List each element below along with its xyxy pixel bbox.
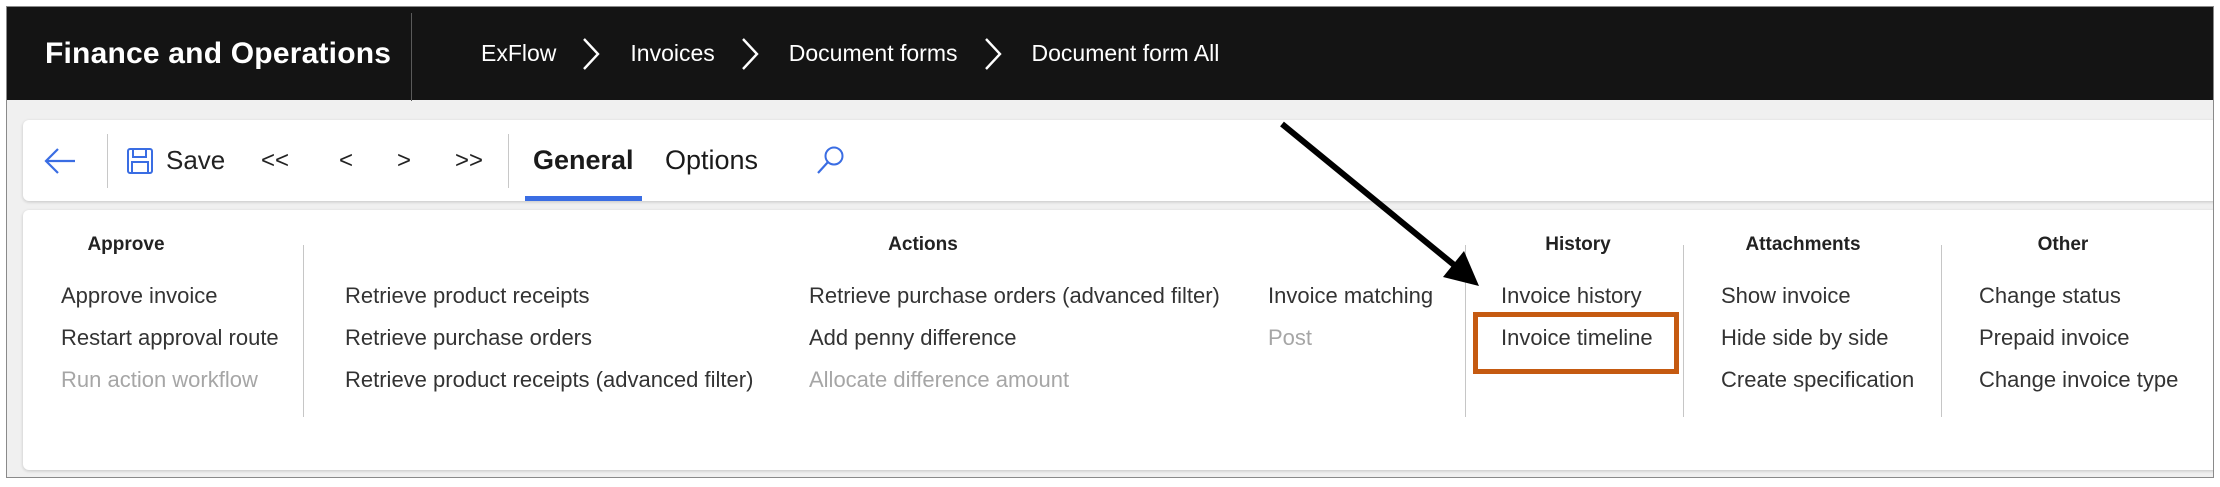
- allocate-difference-amount-button[interactable]: Allocate difference amount: [809, 367, 1069, 393]
- tab-options-label: Options: [665, 145, 759, 175]
- retrieve-purchase-orders-advanced-button[interactable]: Retrieve purchase orders (advanced filte…: [809, 283, 1220, 309]
- group-title-approve: Approve: [87, 234, 165, 255]
- next-record-button[interactable]: >: [397, 120, 411, 201]
- title-divider: [411, 13, 412, 101]
- action-pane-ribbon: Approve Approve invoice Restart approval…: [23, 210, 2213, 470]
- first-record-button[interactable]: <<: [261, 120, 289, 201]
- group-divider: [1465, 245, 1466, 417]
- save-label: Save: [166, 145, 226, 175]
- search-button[interactable]: [813, 120, 847, 201]
- change-invoice-type-button[interactable]: Change invoice type: [1979, 367, 2178, 393]
- last-record-label: >>: [455, 146, 484, 174]
- last-record-button[interactable]: >>: [455, 120, 483, 201]
- group-title-actions: Actions: [888, 234, 958, 255]
- group-divider: [1683, 245, 1684, 417]
- tab-general[interactable]: General: [525, 120, 642, 201]
- tab-options[interactable]: Options: [665, 120, 758, 201]
- back-button[interactable]: [43, 120, 77, 201]
- retrieve-purchase-orders-button[interactable]: Retrieve purchase orders: [345, 325, 592, 351]
- breadcrumb-exflow[interactable]: ExFlow: [481, 40, 556, 67]
- group-title-other: Other: [2037, 234, 2089, 255]
- restart-approval-route-button[interactable]: Restart approval route: [61, 325, 279, 351]
- run-action-workflow-button[interactable]: Run action workflow: [61, 367, 258, 393]
- save-button[interactable]: Save: [126, 120, 225, 201]
- toolbar-divider: [107, 134, 108, 188]
- tab-general-label: General: [533, 145, 634, 175]
- next-record-label: >: [397, 146, 412, 174]
- chevron-right-icon: [984, 37, 1002, 70]
- app-window: Finance and Operations ExFlow Invoices D…: [6, 6, 2214, 478]
- group-divider: [303, 245, 304, 417]
- first-record-label: <<: [261, 146, 290, 174]
- previous-record-label: <: [339, 146, 354, 174]
- breadcrumb-document-form-all[interactable]: Document form All: [1032, 40, 1220, 67]
- prepaid-invoice-button[interactable]: Prepaid invoice: [1979, 325, 2129, 351]
- invoice-history-button[interactable]: Invoice history: [1501, 283, 1642, 309]
- breadcrumb-document-forms[interactable]: Document forms: [789, 40, 958, 67]
- change-status-button[interactable]: Change status: [1979, 283, 2121, 309]
- breadcrumb-invoices[interactable]: Invoices: [630, 40, 714, 67]
- show-invoice-button[interactable]: Show invoice: [1721, 283, 1851, 309]
- retrieve-product-receipts-advanced-button[interactable]: Retrieve product receipts (advanced filt…: [345, 367, 753, 393]
- chevron-right-icon: [741, 37, 759, 70]
- retrieve-product-receipts-button[interactable]: Retrieve product receipts: [345, 283, 590, 309]
- create-specification-button[interactable]: Create specification: [1721, 367, 1914, 393]
- previous-record-button[interactable]: <: [339, 120, 353, 201]
- invoice-matching-button[interactable]: Invoice matching: [1268, 283, 1433, 309]
- post-button[interactable]: Post: [1268, 325, 1312, 351]
- group-title-attachments: Attachments: [1745, 234, 1861, 255]
- chevron-right-icon: [583, 37, 601, 70]
- add-penny-difference-button[interactable]: Add penny difference: [809, 325, 1017, 351]
- toolbar-divider: [508, 134, 509, 188]
- highlight-box: [1473, 312, 1679, 374]
- action-toolbar: Save << < > >> General Options: [23, 120, 2213, 201]
- approve-invoice-button[interactable]: Approve invoice: [61, 283, 218, 309]
- save-icon: [127, 147, 153, 174]
- search-icon: [817, 146, 844, 174]
- breadcrumb: ExFlow Invoices Document forms Document …: [481, 7, 1219, 100]
- active-tab-indicator: [525, 196, 642, 201]
- group-divider: [1941, 245, 1942, 417]
- app-title[interactable]: Finance and Operations: [45, 7, 391, 100]
- group-title-history: History: [1545, 234, 1611, 255]
- back-arrow-icon: [44, 147, 75, 174]
- top-bar: Finance and Operations ExFlow Invoices D…: [7, 7, 2213, 101]
- hide-side-by-side-button[interactable]: Hide side by side: [1721, 325, 1889, 351]
